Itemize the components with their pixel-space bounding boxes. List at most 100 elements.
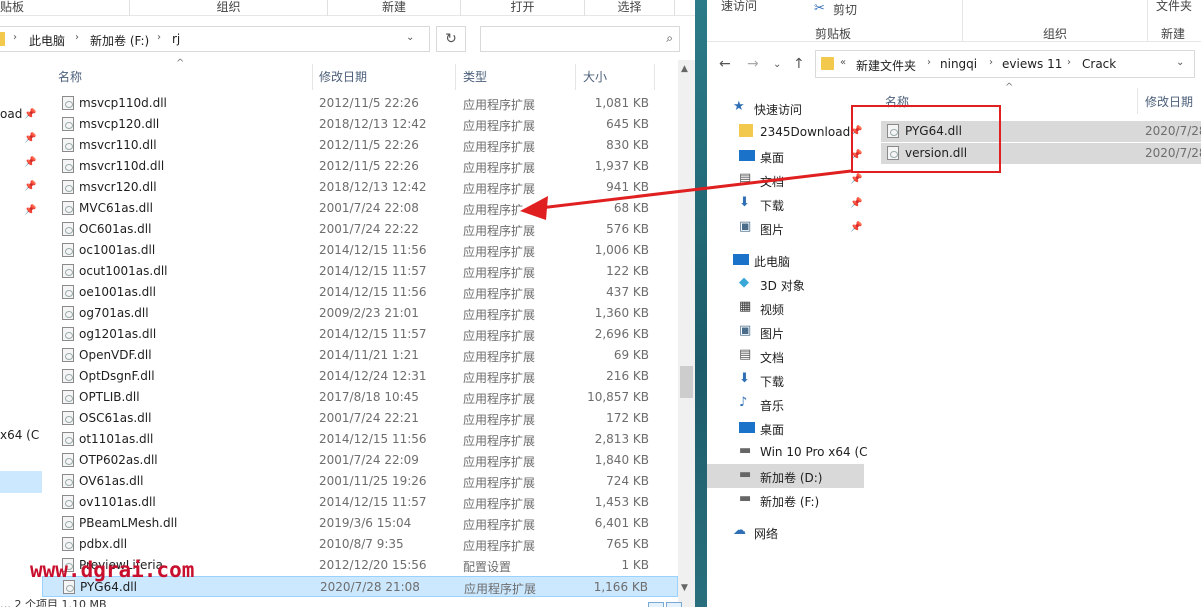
breadcrumb-crack[interactable]: Crack — [1082, 57, 1116, 71]
breadcrumb-new-folder[interactable]: 新建文件夹 — [856, 57, 916, 74]
column-divider[interactable] — [1137, 88, 1138, 114]
breadcrumb-volume-f[interactable]: 新加卷 (F:) — [90, 32, 149, 49]
forward-arrow-icon[interactable]: → — [747, 56, 759, 72]
tree-item[interactable]: ▣ 图片 📌 — [707, 216, 864, 240]
ribbon-group-select[interactable]: 选择 — [585, 0, 675, 16]
file-row[interactable]: PBeamLMesh.dll 2019/3/6 15:04 应用程序扩展 6,401 … — [42, 513, 678, 534]
file-name: OpenVDF.dll — [79, 348, 152, 362]
search-input[interactable]: ⌕ — [480, 26, 680, 52]
tree-item[interactable]: ▤ 文档 — [707, 344, 864, 368]
ribbon-group-organize[interactable]: 组织 — [130, 0, 328, 16]
tree-item[interactable]: ♪ 音乐 — [707, 392, 864, 416]
chevron-right-icon[interactable]: › — [75, 32, 79, 43]
tree-item[interactable]: ▦ 视频 — [707, 296, 864, 320]
file-row[interactable]: ot1101as.dll 2014/12/15 11:56 应用程序扩展 2,813 … — [42, 429, 678, 450]
file-row[interactable]: msvcp110d.dll 2012/11/5 22:26 应用程序扩展 1,081 … — [42, 93, 678, 114]
file-row[interactable]: msvcr120.dll 2018/12/13 12:42 应用程序扩展 941 KB — [42, 177, 678, 198]
tree-item[interactable]: ⬇ 下载 📌 — [707, 192, 864, 216]
ribbon-new-folder-fragment[interactable]: 文件夹 — [1156, 0, 1192, 14]
column-divider[interactable] — [575, 64, 576, 90]
scissors-icon[interactable]: ✂ — [814, 1, 825, 16]
pin-icon[interactable]: 📌 — [850, 174, 862, 185]
up-arrow-icon[interactable]: ↑ — [793, 56, 805, 72]
tree-item[interactable]: ▤ 文档 📌 — [707, 168, 864, 192]
chevron-right-icon[interactable]: › — [1067, 57, 1071, 68]
file-row[interactable]: ocut1001as.dll 2014/12/15 11:57 应用程序扩展 122 … — [42, 261, 678, 282]
file-row[interactable]: msvcp120.dll 2018/12/13 12:42 应用程序扩展 645 KB — [42, 114, 678, 135]
tree-item[interactable]: ▣ 图片 — [707, 320, 864, 344]
breadcrumb-ningqi[interactable]: ningqi — [940, 57, 977, 71]
breadcrumb-eviews[interactable]: eviews 11 — [1002, 57, 1062, 71]
tree-item[interactable]: ▬ 新加卷 (D:) — [707, 464, 864, 488]
nav-selected-item[interactable] — [0, 471, 42, 493]
ribbon-group-open[interactable]: 打开 — [461, 0, 585, 16]
scroll-up-icon[interactable]: ▲ — [681, 64, 688, 74]
ribbon-quick-access-fragment[interactable]: 速访问 — [721, 0, 757, 14]
breadcrumb-this-pc[interactable]: 此电脑 — [29, 32, 65, 49]
column-divider[interactable] — [455, 64, 456, 90]
column-header-type[interactable]: 类型 — [463, 68, 487, 85]
tree-item[interactable]: 2345Download 📌 — [707, 120, 864, 144]
ribbon-group-clipboard[interactable]: 贴板 — [0, 0, 130, 16]
tree-item[interactable]: 桌面 📌 — [707, 144, 864, 168]
file-row[interactable]: OC601as.dll 2001/7/24 22:22 应用程序扩展 576 KB — [42, 219, 678, 240]
tree-item[interactable]: 此电脑 — [707, 248, 864, 272]
details-view-icon[interactable] — [648, 602, 664, 607]
file-row[interactable]: og1201as.dll 2014/12/15 11:57 应用程序扩展 2,696 … — [42, 324, 678, 345]
column-header-size[interactable]: 大小 — [583, 68, 607, 85]
scrollbar-thumb[interactable] — [680, 366, 693, 398]
file-row[interactable]: OpenVDF.dll 2014/11/21 1:21 应用程序扩展 69 KB — [42, 345, 678, 366]
file-row[interactable]: pdbx.dll 2010/8/7 9:35 应用程序扩展 765 KB — [42, 534, 678, 555]
scroll-down-icon[interactable]: ▼ — [681, 583, 688, 593]
column-header-modified[interactable]: 修改日期 — [1145, 93, 1193, 110]
file-size: 830 KB — [606, 138, 649, 152]
file-icon — [62, 117, 74, 131]
file-row[interactable]: oe1001as.dll 2014/12/15 11:56 应用程序扩展 437 KB — [42, 282, 678, 303]
tree-item[interactable]: ⬇ 下载 — [707, 368, 864, 392]
chevron-down-icon[interactable]: ⌄ — [406, 32, 414, 43]
column-divider[interactable] — [312, 64, 313, 90]
file-icon — [62, 264, 74, 278]
file-row[interactable]: OSC61as.dll 2001/7/24 22:21 应用程序扩展 172 KB — [42, 408, 678, 429]
breadcrumb-rj[interactable]: rj — [172, 32, 180, 46]
file-row[interactable]: OptDsgnF.dll 2014/12/24 12:31 应用程序扩展 216 KB — [42, 366, 678, 387]
column-header-name[interactable]: 名称 — [58, 68, 82, 85]
file-row[interactable]: msvcr110.dll 2012/11/5 22:26 应用程序扩展 830 KB — [42, 135, 678, 156]
file-row[interactable]: OTP602as.dll 2001/7/24 22:09 应用程序扩展 1,840 K… — [42, 450, 678, 471]
pin-icon[interactable]: 📌 — [850, 222, 862, 233]
file-row[interactable]: MVC61as.dll 2001/7/24 22:08 应用程序扩 68 KB — [42, 198, 678, 219]
column-header-modified[interactable]: 修改日期 — [319, 68, 367, 85]
file-row[interactable]: OV61as.dll 2001/11/25 19:26 应用程序扩展 724 KB — [42, 471, 678, 492]
back-arrow-icon[interactable]: ← — [719, 56, 731, 72]
address-bar[interactable]: › 此电脑 › 新加卷 (F:) › rj ⌄ — [0, 26, 430, 52]
refresh-button[interactable]: ↻ — [436, 26, 466, 52]
chevron-right-icon[interactable]: › — [927, 57, 931, 68]
chevron-right-icon[interactable]: › — [157, 32, 161, 43]
tree-item[interactable]: 桌面 — [707, 416, 864, 440]
tree-item[interactable]: ★ 快速访问 — [707, 96, 864, 120]
double-chevron-icon[interactable]: « — [840, 57, 846, 68]
tree-item[interactable]: ▬ 新加卷 (F:) — [707, 488, 864, 512]
large-icons-view-icon[interactable] — [666, 602, 682, 607]
pin-icon[interactable]: 📌 — [850, 198, 862, 209]
recent-locations-chevron-icon[interactable]: ⌄ — [773, 59, 781, 70]
file-row[interactable]: OPTLIB.dll 2017/8/18 10:45 应用程序扩展 10,857 KB — [42, 387, 678, 408]
chevron-right-icon[interactable]: › — [989, 57, 993, 68]
file-row[interactable]: ov1101as.dll 2014/12/15 11:57 应用程序扩展 1,453 … — [42, 492, 678, 513]
chevron-down-icon[interactable]: ⌄ — [1176, 57, 1184, 68]
nav-item-download-fragment[interactable]: oad — [0, 107, 22, 121]
vertical-scrollbar[interactable]: ▲ ▼ — [678, 60, 695, 607]
tree-item[interactable]: ☁ 网络 — [707, 520, 864, 544]
address-bar[interactable]: « 新建文件夹 › ningqi › eviews 11 › Crack ⌄ — [815, 50, 1195, 78]
file-row[interactable]: oc1001as.dll 2014/12/15 11:56 应用程序扩展 1,006 … — [42, 240, 678, 261]
ribbon-cut-button[interactable]: 剪切 — [833, 1, 857, 18]
file-row[interactable]: msvcr110d.dll 2012/11/5 22:26 应用程序扩展 1,937 … — [42, 156, 678, 177]
nav-item-system-drive-fragment[interactable]: x64 (C — [0, 428, 39, 442]
tree-item[interactable]: ◆ 3D 对象 — [707, 272, 864, 296]
file-type: 应用程序扩展 — [463, 455, 536, 469]
ribbon-group-new[interactable]: 新建 — [328, 0, 461, 16]
column-divider[interactable] — [654, 64, 655, 90]
file-row[interactable]: og701as.dll 2009/2/23 21:01 应用程序扩展 1,360 KB — [42, 303, 678, 324]
tree-item[interactable]: ▬ Win 10 Pro x64 (C — [707, 440, 868, 464]
view-mode-buttons[interactable] — [648, 599, 688, 607]
